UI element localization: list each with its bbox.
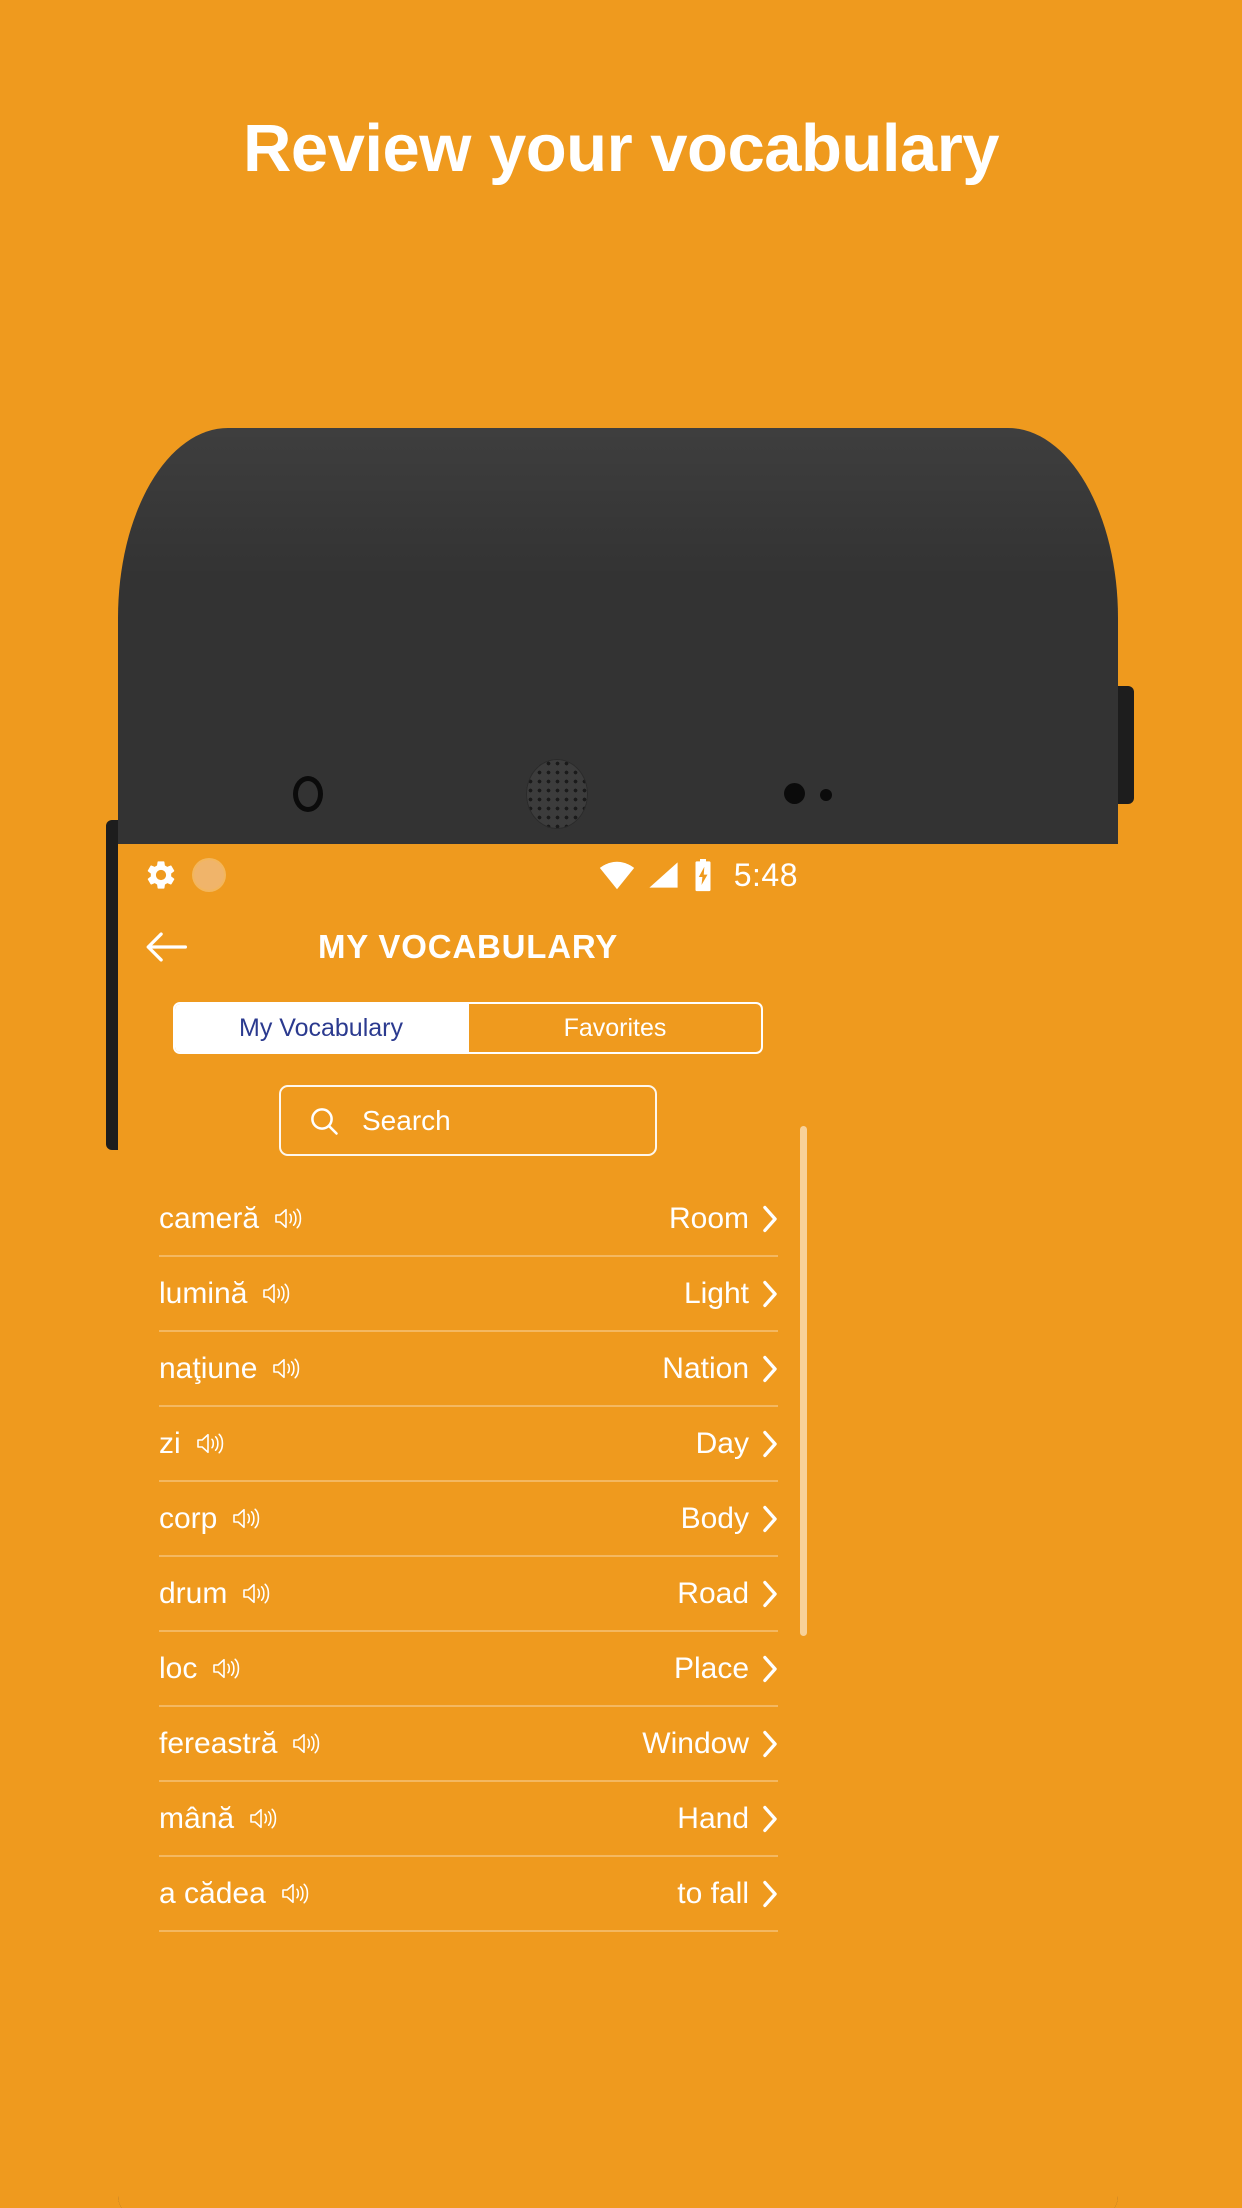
phone-screen: 5:48 MY VOCABULARY My Vocabulary Favorit… — [118, 844, 1118, 2208]
speaker-icon[interactable] — [248, 1805, 280, 1832]
vocabulary-term-label: loc — [159, 1651, 198, 1685]
vocabulary-term-label: naţiune — [159, 1351, 258, 1385]
search-field[interactable]: Search — [279, 1085, 657, 1156]
vocabulary-term: lumină — [159, 1277, 293, 1311]
chevron-right-icon — [762, 1280, 778, 1308]
vocabulary-term-label: lumină — [159, 1276, 248, 1310]
vocabulary-meaning: Room — [669, 1202, 778, 1236]
vocabulary-term-label: corp — [159, 1501, 218, 1535]
vocabulary-meaning: Road — [677, 1577, 778, 1611]
chevron-right-icon — [762, 1730, 778, 1758]
wifi-icon — [599, 860, 635, 890]
chevron-right-icon — [762, 1205, 778, 1233]
vocabulary-meaning-label: Place — [673, 1651, 749, 1685]
vocabulary-meaning-label: Nation — [662, 1351, 749, 1385]
list-scrollbar[interactable] — [800, 1126, 807, 1636]
tab-favorites-label: Favorites — [563, 1013, 667, 1042]
signal-icon — [648, 860, 679, 890]
brightness-icon — [194, 860, 224, 890]
proximity-sensor-icon — [784, 783, 805, 804]
vocabulary-meaning: to fall — [677, 1877, 778, 1911]
vocabulary-term-label: fereastră — [159, 1726, 278, 1760]
vocabulary-meaning-label: Light — [683, 1276, 749, 1310]
phone-device-mockup: 5:48 MY VOCABULARY My Vocabulary Favorit… — [96, 428, 1146, 2208]
vocabulary-term: naţiune — [159, 1352, 303, 1386]
app-bar-title: MY VOCABULARY — [317, 928, 619, 965]
tab-bar: My Vocabulary Favorites — [173, 1002, 763, 1054]
table-row[interactable]: loc Place — [159, 1632, 778, 1707]
table-row[interactable]: naţiune Nation — [159, 1332, 778, 1407]
vocabulary-term-label: zi — [159, 1426, 181, 1460]
vocabulary-meaning-label: Road — [677, 1576, 749, 1610]
vocabulary-term: loc — [159, 1652, 243, 1686]
vocabulary-meaning: Nation — [662, 1352, 778, 1386]
chevron-right-icon — [762, 1880, 778, 1908]
vocabulary-meaning-label: to fall — [677, 1876, 749, 1910]
chevron-right-icon — [762, 1655, 778, 1683]
battery-charging-icon — [692, 858, 714, 892]
table-row[interactable]: cameră Room — [159, 1182, 778, 1257]
table-row[interactable]: corp Body — [159, 1482, 778, 1557]
vocabulary-meaning-label: Body — [680, 1501, 749, 1535]
vocabulary-meaning: Body — [681, 1502, 778, 1536]
vocabulary-meaning: Place — [674, 1652, 778, 1686]
search-icon — [308, 1105, 340, 1137]
speaker-icon[interactable] — [271, 1355, 303, 1382]
vocabulary-term: fereastră — [159, 1727, 323, 1761]
speaker-icon[interactable] — [241, 1580, 273, 1607]
vocabulary-meaning: Window — [642, 1727, 778, 1761]
speaker-icon[interactable] — [291, 1730, 323, 1757]
gear-icon — [144, 858, 178, 892]
page-title: Review your vocabulary — [242, 111, 1000, 186]
table-row[interactable]: a cădea to fall — [159, 1857, 778, 1932]
app-bar: MY VOCABULARY — [120, 906, 816, 988]
speaker-icon[interactable] — [231, 1505, 263, 1532]
chevron-right-icon — [762, 1355, 778, 1383]
vocabulary-term: corp — [159, 1502, 263, 1536]
speaker-icon[interactable] — [280, 1880, 312, 1907]
vocabulary-meaning: Hand — [677, 1802, 778, 1836]
speaker-icon[interactable] — [195, 1430, 227, 1457]
table-row[interactable]: mână Hand — [159, 1782, 778, 1857]
search-placeholder: Search — [362, 1104, 451, 1136]
chevron-right-icon — [762, 1805, 778, 1833]
vocabulary-term-label: a cădea — [159, 1876, 266, 1910]
vocabulary-meaning: Day — [696, 1427, 778, 1461]
vocabulary-term-label: mână — [159, 1801, 235, 1835]
vocabulary-meaning: Light — [684, 1277, 778, 1311]
back-button[interactable] — [141, 922, 191, 972]
table-row[interactable]: lumină Light — [159, 1257, 778, 1332]
chevron-right-icon — [762, 1580, 778, 1608]
status-bar-clock: 5:48 — [733, 856, 798, 893]
vocabulary-term-label: cameră — [159, 1201, 260, 1235]
status-bar: 5:48 — [120, 844, 816, 906]
vocabulary-term: drum — [159, 1577, 273, 1611]
tab-favorites[interactable]: Favorites — [469, 1004, 761, 1052]
table-row[interactable]: zi Day — [159, 1407, 778, 1482]
vocabulary-term: zi — [159, 1427, 227, 1461]
tab-my-vocabulary-label: My Vocabulary — [239, 1013, 403, 1042]
table-row[interactable]: drum Road — [159, 1557, 778, 1632]
light-sensor-icon — [820, 789, 832, 801]
vocabulary-meaning-label: Room — [668, 1201, 749, 1235]
speaker-icon[interactable] — [211, 1655, 243, 1682]
front-camera-icon — [293, 776, 323, 812]
arrow-left-icon — [145, 930, 187, 964]
chevron-right-icon — [762, 1505, 778, 1533]
vocabulary-term: cameră — [159, 1202, 305, 1236]
phone-body: 5:48 MY VOCABULARY My Vocabulary Favorit… — [118, 428, 1118, 2208]
vocabulary-term: a cădea — [159, 1877, 312, 1911]
table-row[interactable]: fereastră Window — [159, 1707, 778, 1782]
vocabulary-meaning-label: Hand — [677, 1801, 749, 1835]
vocabulary-term: mână — [159, 1802, 280, 1836]
chevron-right-icon — [762, 1430, 778, 1458]
speaker-icon[interactable] — [261, 1280, 293, 1307]
speaker-icon[interactable] — [273, 1205, 305, 1232]
tab-my-vocabulary[interactable]: My Vocabulary — [175, 1004, 467, 1052]
vocabulary-meaning-label: Window — [642, 1726, 749, 1760]
vocabulary-meaning-label: Day — [695, 1426, 749, 1460]
earpiece-speaker-icon — [526, 759, 588, 829]
vocabulary-list[interactable]: cameră Room lumină Light naţiune Nation zi Day c… — [120, 1182, 816, 1932]
vocabulary-term-label: drum — [159, 1576, 228, 1610]
